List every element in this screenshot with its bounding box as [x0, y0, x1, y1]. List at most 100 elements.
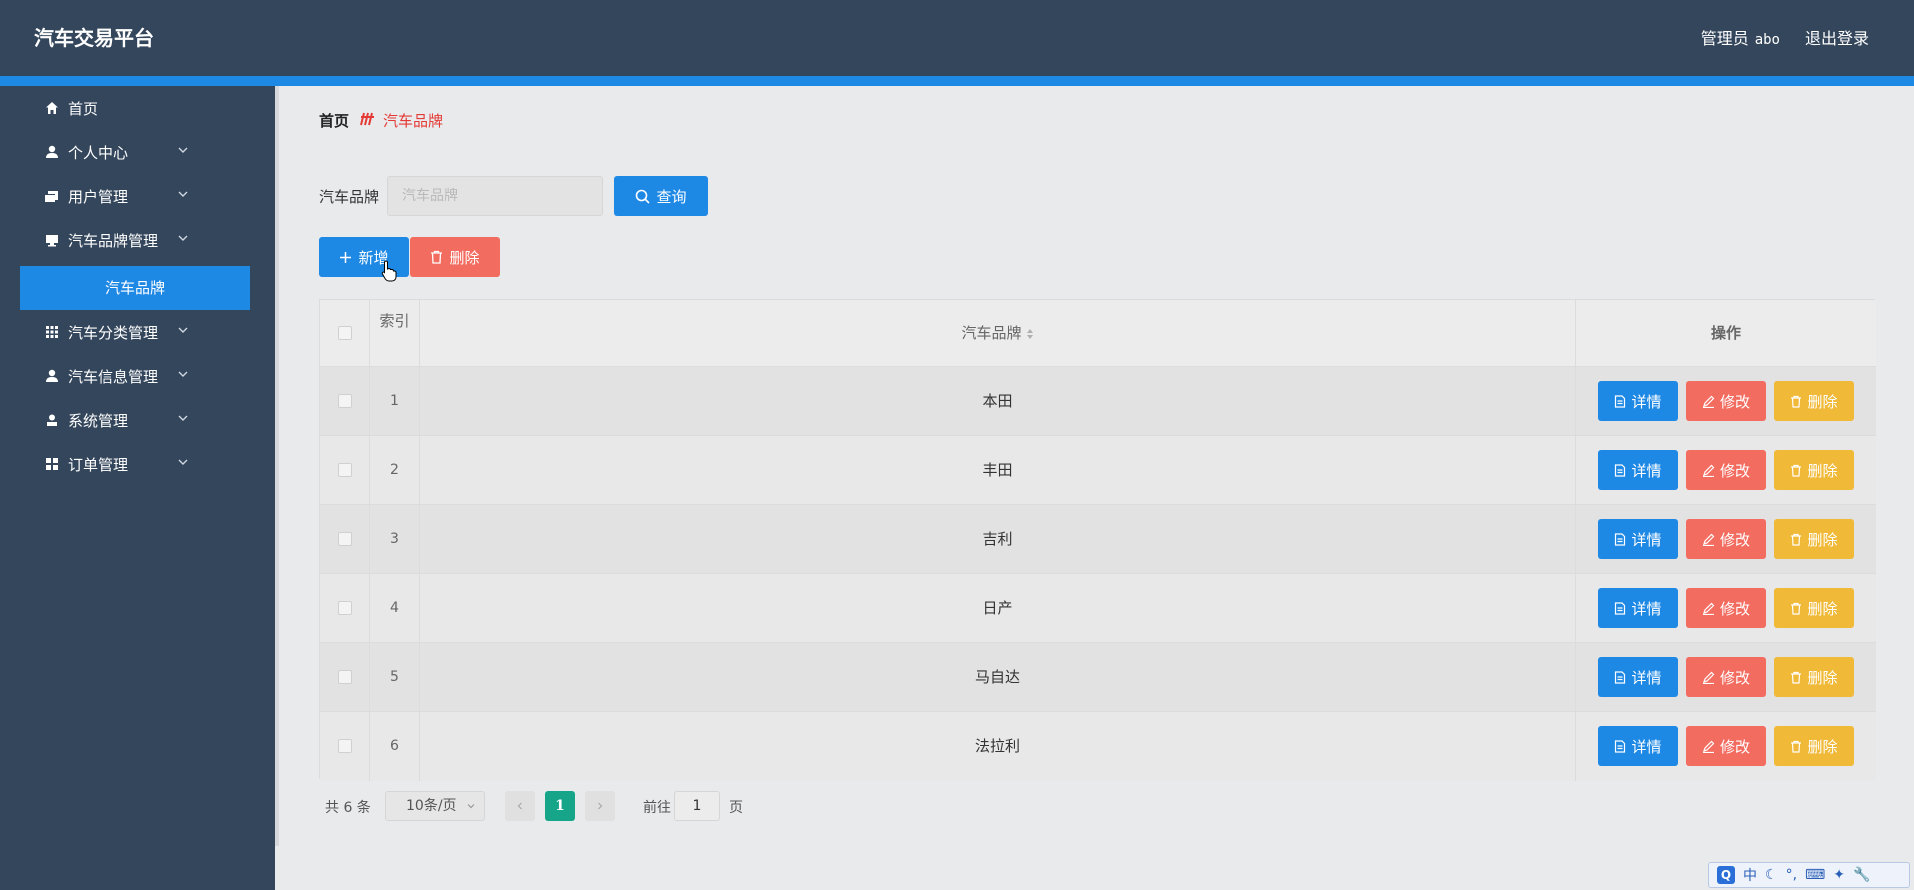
fullwidth-icon[interactable]: ✦ — [1833, 867, 1845, 883]
row-brand: 本田 — [420, 367, 1576, 435]
main-content: 首页 汽车品牌 汽车品牌 查询 新增 删除 索引 汽车品牌 操作 — [279, 86, 1914, 890]
chevron-left-icon — [517, 802, 522, 810]
select-all-checkbox[interactable] — [338, 326, 352, 340]
mouse-cursor-icon — [381, 260, 397, 282]
row-checkbox[interactable] — [338, 601, 352, 615]
document-icon — [1615, 394, 1626, 408]
pencil-icon — [1702, 740, 1715, 753]
detail-button-label: 详情 — [1631, 668, 1662, 687]
row-checkbox[interactable] — [338, 394, 352, 408]
breadcrumb-current: 汽车品牌 — [383, 112, 444, 130]
detail-button[interactable]: 详情 — [1598, 450, 1678, 490]
detail-button[interactable]: 详情 — [1598, 519, 1678, 559]
detail-button[interactable]: 详情 — [1598, 657, 1678, 697]
row-index: 5 — [370, 643, 420, 711]
sidebar-item-brand-management[interactable]: 汽车品牌管理 — [20, 218, 250, 262]
row-select-cell — [320, 574, 370, 642]
sidebar-item-car-info-management[interactable]: 汽车信息管理 — [20, 354, 250, 398]
edit-button[interactable]: 修改 — [1686, 519, 1766, 559]
delete-button[interactable]: 删除 — [1774, 381, 1854, 421]
edit-button[interactable]: 修改 — [1686, 381, 1766, 421]
page-number-current[interactable]: 1 — [545, 791, 575, 821]
delete-button[interactable]: 删除 — [1774, 657, 1854, 697]
sidebar-item-personal-center[interactable]: 个人中心 — [20, 130, 250, 174]
search-button-label: 查询 — [656, 187, 687, 206]
row-select-cell — [320, 505, 370, 573]
edit-button[interactable]: 修改 — [1686, 588, 1766, 628]
sidebar-item-user-management[interactable]: 用户管理 — [20, 174, 250, 218]
dashboard-icon — [44, 456, 60, 472]
edit-button-label: 修改 — [1719, 599, 1750, 618]
next-page-button[interactable] — [585, 791, 615, 821]
row-select-cell — [320, 712, 370, 781]
pagination: 共 6 条 10条/页 1 前往 页 — [319, 791, 919, 821]
prev-page-button[interactable] — [505, 791, 535, 821]
ime-language[interactable]: 中 — [1743, 865, 1757, 885]
wrench-icon[interactable]: 🔧 — [1853, 867, 1870, 883]
moon-icon[interactable]: ☾ — [1765, 867, 1778, 883]
chevron-down-icon — [178, 415, 188, 421]
row-index: 2 — [370, 436, 420, 504]
edit-button[interactable]: 修改 — [1686, 657, 1766, 697]
sidebar-item-system-management[interactable]: 系统管理 — [20, 398, 250, 442]
chevron-down-icon — [467, 804, 475, 809]
chevron-down-icon — [178, 371, 188, 377]
chevron-down-icon — [178, 235, 188, 241]
search-button[interactable]: 查询 — [614, 176, 708, 216]
row-brand: 吉利 — [420, 505, 1576, 573]
logout-link[interactable]: 退出登录 — [1805, 25, 1869, 49]
sidebar-item-label: 个人中心 — [68, 144, 129, 162]
delete-button-label: 删除 — [1807, 461, 1838, 480]
trash-icon — [1791, 602, 1802, 615]
sidebar-item-category-management[interactable]: 汽车分类管理 — [20, 310, 250, 354]
detail-button[interactable]: 详情 — [1598, 726, 1678, 766]
punctuation-icon[interactable]: °, — [1786, 867, 1797, 883]
batch-delete-button[interactable]: 删除 — [410, 237, 500, 277]
trash-icon — [1791, 740, 1802, 753]
edit-button[interactable]: 修改 — [1686, 726, 1766, 766]
trash-icon — [431, 250, 443, 264]
edit-button-label: 修改 — [1719, 668, 1750, 687]
row-checkbox[interactable] — [338, 739, 352, 753]
sidebar-item-label: 汽车信息管理 — [68, 368, 159, 386]
delete-button[interactable]: 删除 — [1774, 588, 1854, 628]
pencil-icon — [1702, 464, 1715, 477]
user-role: 管理员 — [1700, 29, 1749, 48]
goto-page-input[interactable] — [674, 791, 720, 821]
delete-button[interactable]: 删除 — [1774, 450, 1854, 490]
sidebar-item-order-management[interactable]: 订单管理 — [20, 442, 250, 486]
breadcrumb-home[interactable]: 首页 — [319, 110, 349, 131]
row-checkbox[interactable] — [338, 463, 352, 477]
page-size-select[interactable]: 10条/页 — [385, 791, 485, 821]
detail-button-label: 详情 — [1631, 737, 1662, 756]
row-checkbox[interactable] — [338, 670, 352, 684]
ime-toolbar[interactable]: Q 中 ☾ °, ⌨ ✦ 🔧 — [1708, 862, 1910, 888]
header-brand[interactable]: 汽车品牌 — [420, 300, 1576, 366]
trash-icon — [1791, 395, 1802, 408]
delete-button[interactable]: 删除 — [1774, 726, 1854, 766]
sidebar-item-label: 用户管理 — [68, 188, 129, 206]
brand-search-input[interactable] — [387, 176, 603, 216]
user-icon — [44, 412, 60, 428]
pagination-total: 共 6 条 — [325, 800, 371, 816]
sidebar-item-home[interactable]: 首页 — [20, 86, 250, 130]
detail-button-label: 详情 — [1631, 599, 1662, 618]
pencil-icon — [1702, 533, 1715, 546]
home-icon — [44, 100, 60, 116]
delete-button[interactable]: 删除 — [1774, 519, 1854, 559]
detail-button[interactable]: 详情 — [1598, 588, 1678, 628]
header-brand-label: 汽车品牌 — [961, 324, 1022, 342]
keyboard-icon[interactable]: ⌨ — [1805, 867, 1825, 883]
edit-button[interactable]: 修改 — [1686, 450, 1766, 490]
row-actions: 详情 修改 删除 — [1598, 519, 1868, 559]
detail-button-label: 详情 — [1631, 461, 1662, 480]
row-actions: 详情 修改 删除 — [1598, 588, 1868, 628]
row-actions: 详情 修改 删除 — [1598, 726, 1868, 766]
row-checkbox[interactable] — [338, 532, 352, 546]
sidebar-subitem-car-brand[interactable]: 汽车品牌 — [20, 266, 250, 310]
sort-icon[interactable] — [1026, 328, 1034, 340]
detail-button[interactable]: 详情 — [1598, 381, 1678, 421]
detail-button-label: 详情 — [1631, 530, 1662, 549]
document-icon — [1615, 601, 1626, 615]
row-brand: 马自达 — [420, 643, 1576, 711]
